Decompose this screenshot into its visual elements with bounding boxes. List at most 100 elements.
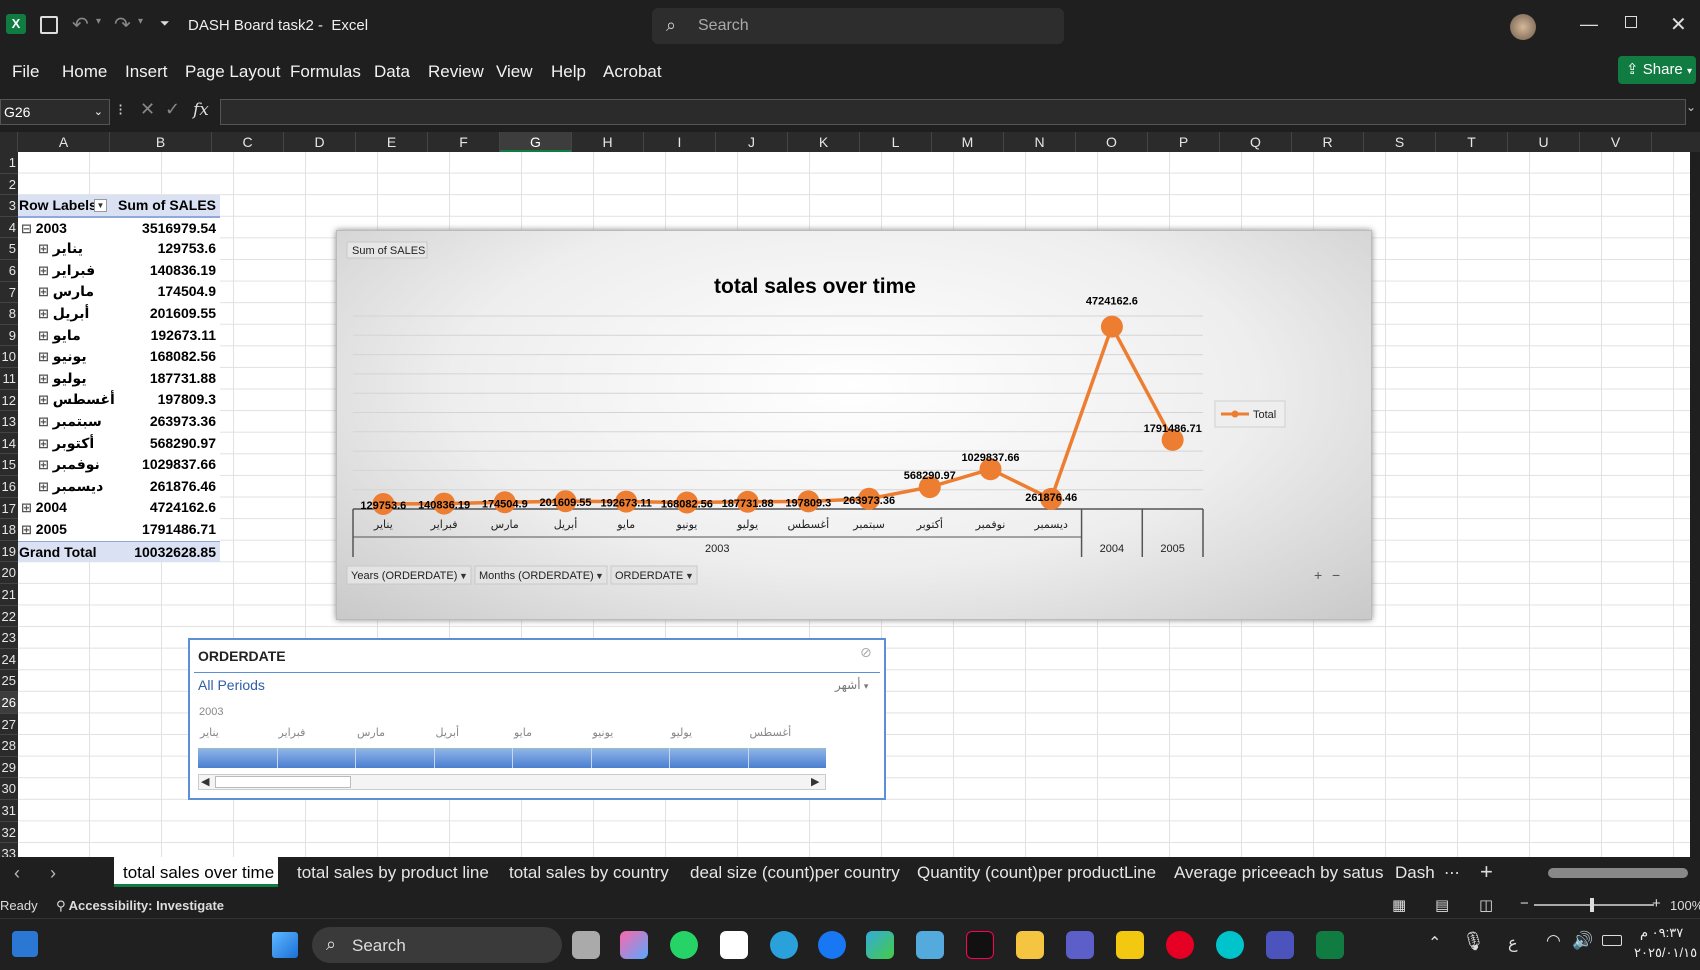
row-header-22[interactable]: 22 — [0, 606, 18, 628]
column-header-b[interactable]: B — [110, 132, 212, 152]
column-header-s[interactable]: S — [1364, 132, 1436, 152]
save-icon[interactable] — [40, 16, 58, 34]
column-header-e[interactable]: E — [356, 132, 428, 152]
pivot-month-row[interactable]: ⊞ يناير 129753.6 — [18, 238, 220, 260]
scroll-thumb[interactable] — [215, 776, 351, 788]
row-header-16[interactable]: 16 — [0, 476, 18, 498]
row-header-9[interactable]: 9 — [0, 325, 18, 347]
pivot-month-row[interactable]: ⊞ يوليو 187731.88 — [18, 367, 220, 390]
row-header-29[interactable]: 29 — [0, 757, 18, 779]
sheet-tab-4[interactable]: Quantity (count)per productLine — [917, 863, 1156, 883]
column-header-i[interactable]: I — [644, 132, 716, 152]
edge-icon[interactable] — [866, 931, 894, 959]
tab-formulas[interactable]: Formulas — [290, 62, 361, 82]
canva-icon[interactable] — [1216, 931, 1244, 959]
pivot-month-row[interactable]: ⊞ مارس 174504.9 — [18, 281, 220, 303]
taskbar-search-box[interactable]: ⌕ Search — [312, 927, 562, 963]
row-header-32[interactable]: 32 — [0, 822, 18, 844]
row-header-26[interactable]: 26 — [0, 692, 18, 714]
column-header-t[interactable]: T — [1436, 132, 1508, 152]
expand-icon[interactable]: ⊞ — [38, 479, 49, 494]
slicer-month-label[interactable]: يناير — [200, 726, 219, 739]
expand-icon[interactable]: ⊞ — [38, 284, 49, 299]
pivot-month-row[interactable]: ⊞ نوفمبر 1029837.66 — [18, 454, 220, 476]
row-header-13[interactable]: 13 — [0, 411, 18, 433]
close-icon[interactable]: ✕ — [1670, 12, 1687, 37]
expand-formula-icon[interactable]: ⌄ — [1686, 100, 1696, 114]
expand-icon[interactable]: ⊞ — [38, 241, 49, 256]
pivot-chart[interactable]: Sum of SALES total sales over time 2003 200… — [336, 230, 1372, 620]
slicer-month-label[interactable]: أبريل — [436, 726, 460, 739]
undo-icon[interactable]: ↶ — [72, 12, 89, 37]
row-header-7[interactable]: 7 — [0, 282, 18, 304]
expand-icon[interactable]: ⊞ — [38, 436, 49, 451]
confirm-formula-icon[interactable]: ✓ — [165, 99, 180, 120]
pivot-month-row[interactable]: ⊞ أكتوبر 568290.97 — [18, 432, 220, 455]
chevron-down-icon[interactable]: ▼ — [685, 571, 694, 581]
expand-icon[interactable]: ⊞ — [38, 414, 49, 429]
slicer-month-label[interactable]: مايو — [514, 726, 532, 739]
column-header-v[interactable]: V — [1580, 132, 1652, 152]
name-box[interactable]: G26 ⌄ — [0, 99, 110, 125]
column-header-q[interactable]: Q — [1220, 132, 1292, 152]
cancel-formula-icon[interactable]: ✕ — [140, 99, 155, 120]
tiktok-icon[interactable] — [966, 931, 994, 959]
accessibility-status[interactable]: ⚲ Accessibility: Investigate — [56, 898, 224, 914]
chevron-down-icon[interactable]: ▼ — [459, 571, 468, 581]
row-header-24[interactable]: 24 — [0, 649, 18, 671]
column-header-c[interactable]: C — [212, 132, 284, 152]
row-header-19[interactable]: 19 — [0, 541, 18, 563]
row-header-2[interactable]: 2 — [0, 174, 18, 196]
avatar[interactable] — [1510, 14, 1536, 40]
search-box[interactable]: ⌕ Search — [652, 8, 1064, 44]
wifi-icon[interactable]: ◠ — [1546, 931, 1561, 951]
tab-insert[interactable]: Insert — [125, 62, 168, 82]
start-icon[interactable] — [272, 932, 298, 958]
normal-view-icon[interactable]: ▦ — [1392, 896, 1406, 914]
prev-sheet-icon[interactable]: ‹ — [14, 863, 20, 884]
slicer-month-label[interactable]: يوليو — [671, 726, 692, 739]
battery-icon[interactable] — [1602, 935, 1622, 946]
scroll-right-icon[interactable]: ▶ — [811, 775, 819, 788]
column-header-j[interactable]: J — [716, 132, 788, 152]
row-header-15[interactable]: 15 — [0, 454, 18, 476]
telegram-icon[interactable] — [770, 931, 798, 959]
row-header-25[interactable]: 25 — [0, 670, 18, 692]
tab-help[interactable]: Help — [551, 62, 586, 82]
sheet-tab-5[interactable]: Average priceeach by satus — [1174, 863, 1383, 883]
row-header-27[interactable]: 27 — [0, 714, 18, 736]
clear-filter-icon[interactable]: ⊘ — [860, 644, 872, 661]
row-header-6[interactable]: 6 — [0, 260, 18, 282]
page-layout-view-icon[interactable]: ▤ — [1435, 896, 1449, 914]
customize-toolbar-icon[interactable]: ⏷ — [160, 16, 170, 31]
tab-home[interactable]: Home — [62, 62, 107, 82]
expand-icon[interactable]: ⊞ — [38, 306, 49, 321]
row-header-10[interactable]: 10 — [0, 346, 18, 368]
row-header-21[interactable]: 21 — [0, 584, 18, 606]
pivot-month-row[interactable]: ⊞ يونيو 168082.56 — [18, 346, 220, 368]
file-explorer-icon[interactable] — [1016, 931, 1044, 959]
zoom-in-icon[interactable]: + — [1652, 895, 1661, 912]
restore-icon[interactable] — [1625, 16, 1637, 28]
redo-icon[interactable]: ↷ — [114, 12, 131, 37]
sheet-tab-2[interactable]: total sales by country — [509, 863, 669, 883]
photos-icon[interactable] — [916, 931, 944, 959]
sheet-tab-0[interactable]: total sales over time — [123, 863, 274, 883]
tab-acrobat[interactable]: Acrobat — [603, 62, 662, 82]
tab-review[interactable]: Review — [428, 62, 484, 82]
expand-icon[interactable]: ⊞ — [38, 371, 49, 386]
tab-data[interactable]: Data — [374, 62, 410, 82]
tab-page-layout[interactable]: Page Layout — [185, 62, 280, 82]
zoom-level[interactable]: 100% — [1670, 898, 1700, 913]
expand-icon[interactable]: ⊞ — [21, 500, 32, 515]
column-header-d[interactable]: D — [284, 132, 356, 152]
slicer-month-label[interactable]: يونيو — [593, 726, 614, 739]
share-button[interactable]: ⇪ Share ▾ — [1618, 56, 1696, 84]
page-break-view-icon[interactable]: ◫ — [1479, 896, 1493, 914]
column-header-f[interactable]: F — [428, 132, 500, 152]
collapse-icon[interactable]: ⊟ — [21, 221, 32, 236]
timeline-slicer[interactable]: ORDERDATE ⊘ All Periods أشهر ▾ 2003 يناي… — [188, 638, 886, 800]
zoom-thumb[interactable] — [1590, 898, 1594, 912]
pivot-month-row[interactable]: ⊞ فبراير 140836.19 — [18, 259, 220, 282]
sheet-tab-6[interactable]: Dash — [1395, 863, 1435, 883]
